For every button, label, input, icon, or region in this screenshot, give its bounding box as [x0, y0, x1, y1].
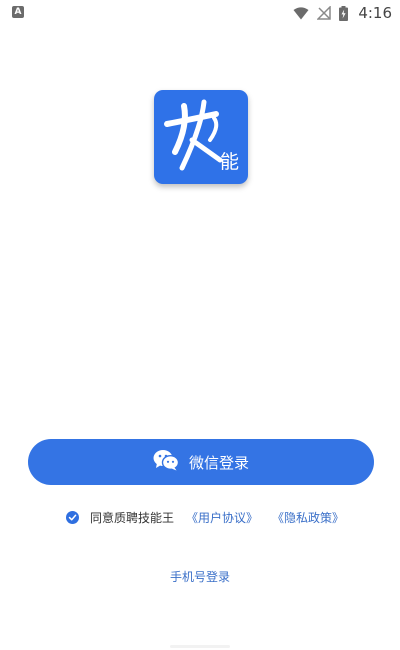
check-icon [68, 514, 77, 520]
agreement-row: 同意质聘技能王 《用户协议》 《隐私政策》 [66, 507, 344, 527]
notification-icon: A [12, 6, 24, 18]
logo-text: 能 [219, 151, 239, 173]
wechat-icon [153, 449, 180, 475]
wifi-icon [293, 6, 309, 20]
wechat-login-button[interactable]: 微信登录 [28, 439, 374, 485]
agreement-text: 同意质聘技能王 [90, 510, 175, 525]
status-bar: A 4:16 [0, 0, 400, 26]
wechat-login-label: 微信登录 [188, 453, 249, 472]
bottom-handle [170, 645, 230, 648]
user-agreement-link[interactable]: 《用户协议》 [186, 509, 258, 526]
app-logo: 能 [154, 90, 248, 184]
privacy-policy-link[interactable]: 《隐私政策》 [272, 509, 344, 526]
agreement-checkbox[interactable] [66, 510, 79, 524]
battery-charging-icon [339, 5, 349, 21]
phone-login-link[interactable]: 手机号登录 [0, 568, 400, 585]
no-signal-icon [317, 6, 332, 20]
status-time: 4:16 [358, 4, 392, 22]
status-icons: 4:16 [293, 3, 392, 23]
